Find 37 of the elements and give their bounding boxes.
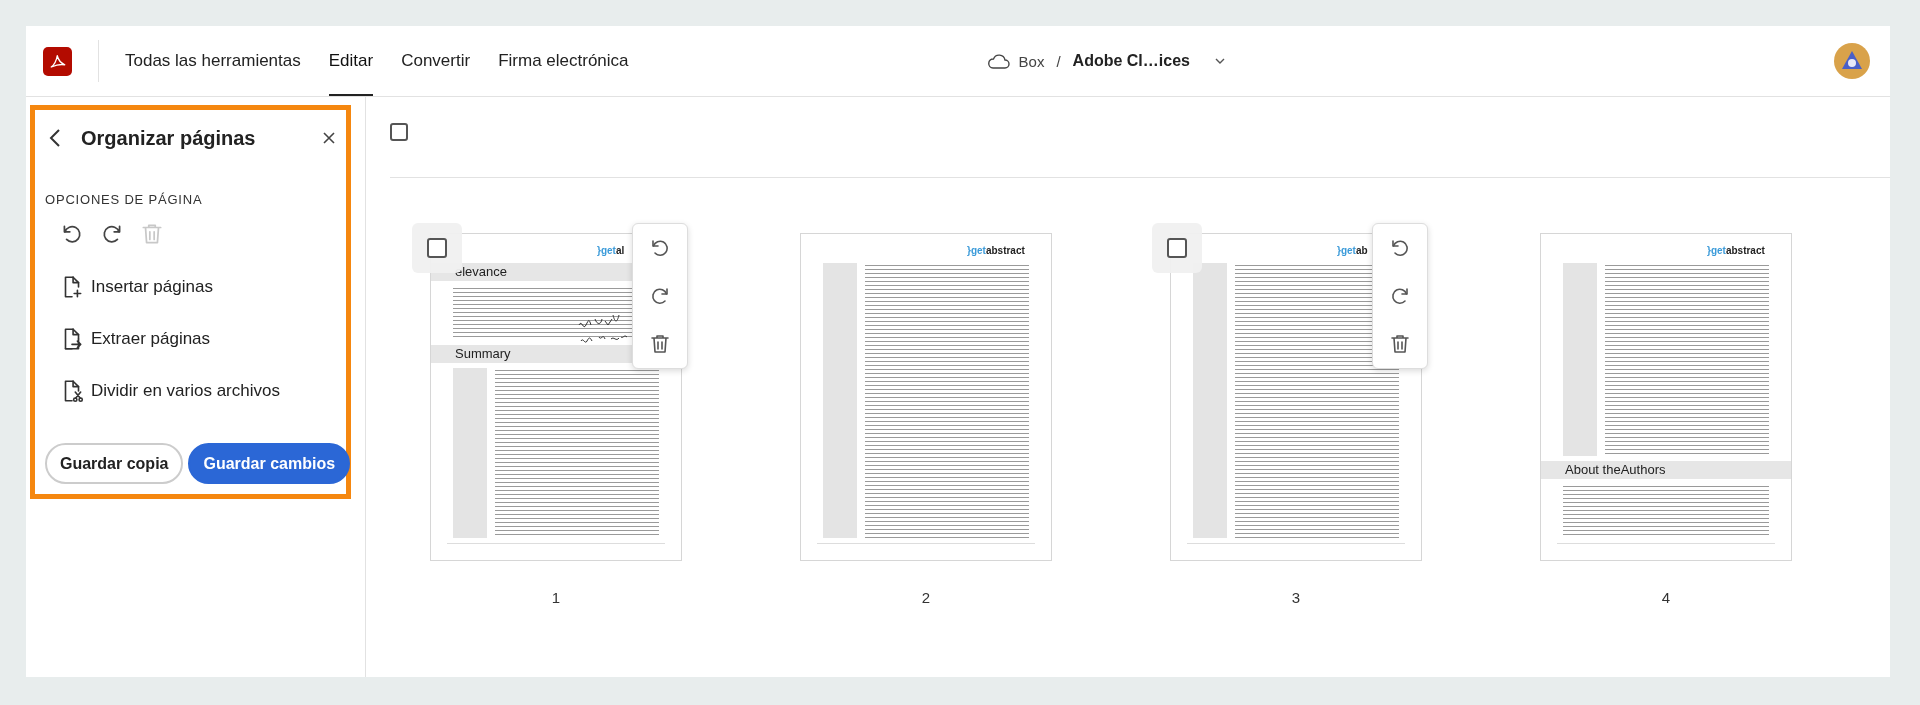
app-logo-icon[interactable]	[43, 46, 72, 76]
delete-icon[interactable]	[1388, 332, 1412, 356]
page-thumbnail[interactable]: }getabstract About theAuthors	[1540, 233, 1792, 561]
logo-text: }getabstract	[967, 244, 1025, 258]
page-thumbnail[interactable]: }getabstract	[800, 233, 1052, 561]
file-name[interactable]: Adobe Cl…ices	[1072, 52, 1190, 70]
nav-tab[interactable]: Editar	[328, 26, 374, 96]
logo-text: }getab	[1337, 244, 1368, 258]
page-thumbnail[interactable]: }getal elevance Summary	[430, 233, 682, 561]
logo-text: }getal	[597, 244, 625, 258]
delete-icon[interactable]	[648, 332, 672, 356]
page-checkbox[interactable]	[1167, 238, 1187, 258]
nav-tab[interactable]: Convertir	[401, 26, 471, 96]
breadcrumb-separator: /	[1056, 52, 1061, 70]
handwriting-drawing	[578, 313, 628, 343]
page-thumbnail[interactable]: }getab	[1170, 233, 1422, 561]
menu-item[interactable]: Insertar páginas	[59, 271, 213, 303]
save-copy-button[interactable]: Guardar copia	[45, 443, 184, 484]
menu-item[interactable]: Dividir en varios archivos	[59, 375, 280, 407]
page-number: 3	[1291, 589, 1301, 606]
cloud-icon	[986, 52, 1011, 70]
breadcrumb-location[interactable]: Box	[1018, 52, 1045, 70]
avatar[interactable]	[1834, 43, 1870, 79]
logo-text: }getabstract	[1707, 244, 1765, 258]
section-heading: About theAuthors	[1541, 461, 1791, 479]
select-all-checkbox[interactable]	[390, 123, 408, 141]
nav-tab[interactable]: Todas las herramientas	[125, 26, 301, 96]
close-icon[interactable]	[322, 131, 336, 145]
save-changes-button[interactable]: Guardar cambios	[188, 443, 351, 484]
page-number: 2	[921, 589, 931, 606]
panel-title: Organizar páginas	[81, 126, 257, 150]
menu-item[interactable]: Extraer páginas	[59, 323, 211, 355]
section-label: OPCIONES DE PÁGINA	[45, 192, 204, 207]
page-number: 1	[551, 589, 561, 606]
page-number: 4	[1661, 589, 1671, 606]
nav-tab[interactable]: Firma electrónica	[498, 26, 629, 96]
page-checkbox[interactable]	[427, 238, 447, 258]
